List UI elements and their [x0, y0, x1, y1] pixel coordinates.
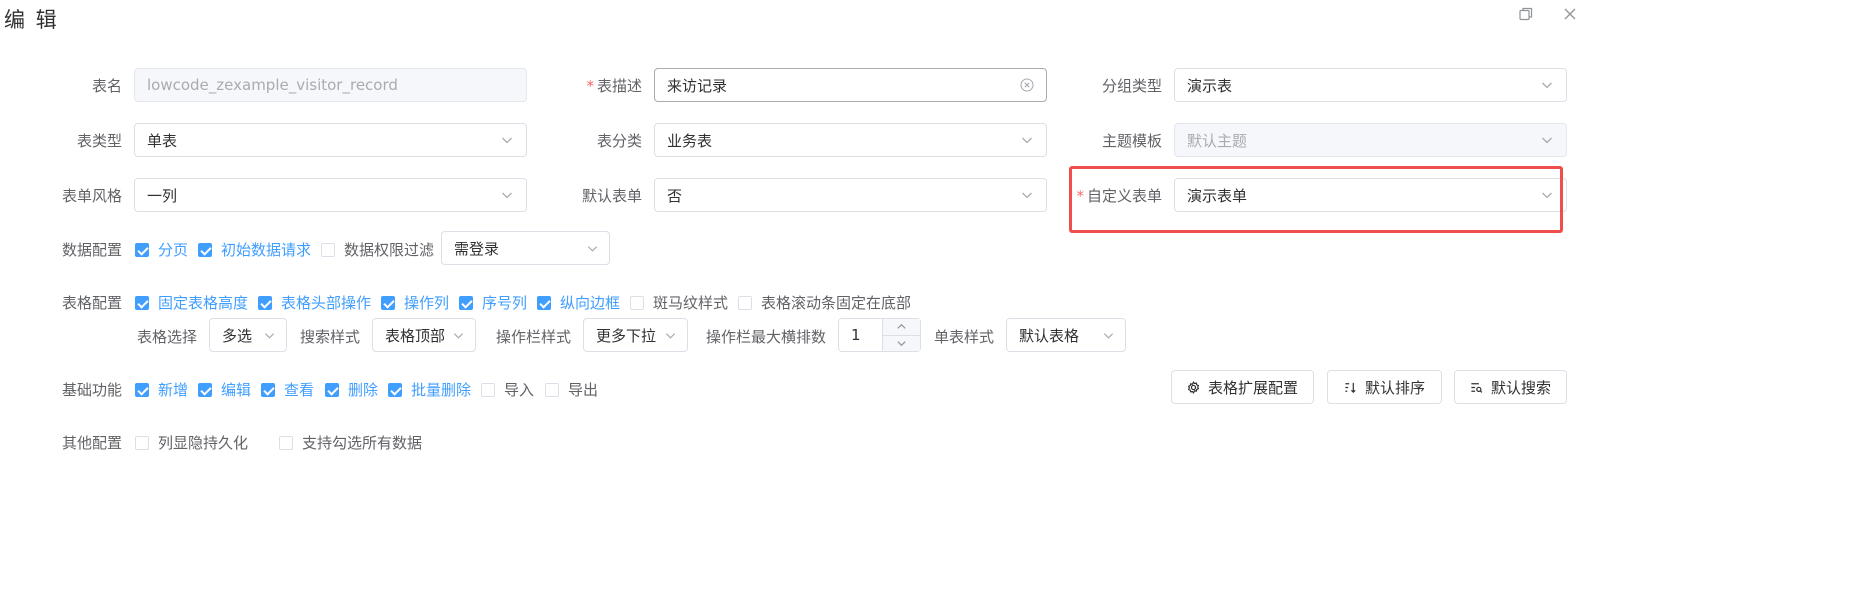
chevron-down-icon	[897, 340, 906, 346]
table-ext-config-button[interactable]: 表格扩展配置	[1171, 370, 1314, 404]
search-style-label: 搜索样式	[300, 328, 361, 346]
action-style-label: 操作栏样式	[496, 328, 572, 346]
search-style-dropdown[interactable]: 表格顶部	[372, 318, 476, 352]
form-style-label: 表单风格	[61, 187, 122, 205]
checkbox-delete[interactable]: 删除	[325, 379, 378, 400]
table-select-label: 表格选择	[137, 328, 198, 346]
action-max-label: 操作栏最大横排数	[706, 328, 827, 346]
checkbox-vertical-border[interactable]: 纵向边框	[537, 292, 620, 313]
chevron-down-icon	[1542, 137, 1552, 144]
maximize-icon[interactable]	[1518, 6, 1534, 22]
checkbox-data-permission[interactable]: 数据权限过滤	[321, 239, 434, 260]
table-desc-input[interactable]: 来访记录	[654, 68, 1047, 102]
highlight-box	[1069, 166, 1563, 233]
single-style-dropdown[interactable]: 默认表格	[1006, 318, 1126, 352]
single-style-label: 单表样式	[934, 328, 995, 346]
chevron-up-icon	[897, 324, 906, 330]
data-config-label: 数据配置	[62, 241, 123, 259]
chevron-down-icon	[502, 192, 512, 199]
group-type-label: 分组类型	[1101, 77, 1162, 95]
table-desc-label: * 表描述	[586, 77, 642, 95]
chevron-down-icon	[1542, 82, 1552, 89]
theme-template-select: 默认主题	[1174, 123, 1567, 157]
table-type-label: 表类型	[76, 132, 122, 150]
login-select[interactable]: 需登录	[441, 231, 610, 265]
basic-functions-label: 基础功能	[62, 381, 123, 399]
checkbox-export[interactable]: 导出	[545, 379, 598, 400]
default-form-select[interactable]: 否	[654, 178, 1047, 212]
checkbox-initial-request[interactable]: 初始数据请求	[198, 239, 311, 260]
table-type-select[interactable]: 单表	[134, 123, 527, 157]
default-search-button[interactable]: 默认搜索	[1454, 370, 1567, 404]
checkbox-pagination[interactable]: 分页	[135, 239, 188, 260]
checkbox-stripe[interactable]: 斑马纹样式	[630, 292, 728, 313]
sort-icon	[1345, 382, 1356, 393]
form-style-select[interactable]: 一列	[134, 178, 527, 212]
checkbox-batch-delete[interactable]: 批量删除	[388, 379, 471, 400]
gear-icon	[1187, 380, 1200, 394]
checkbox-view[interactable]: 查看	[261, 379, 314, 400]
default-form-label: 默认表单	[581, 187, 642, 205]
checkbox-header-actions[interactable]: 表格头部操作	[258, 292, 371, 313]
search-list-icon	[1471, 382, 1483, 393]
checkbox-fixed-scrollbar[interactable]: 表格滚动条固定在底部	[738, 292, 911, 313]
checkbox-add[interactable]: 新增	[135, 379, 188, 400]
clear-icon[interactable]	[1020, 78, 1034, 92]
chevron-down-icon	[264, 332, 275, 339]
checkbox-import[interactable]: 导入	[481, 379, 534, 400]
other-config-label: 其他配置	[62, 434, 123, 452]
checkbox-index-column[interactable]: 序号列	[459, 292, 527, 313]
chevron-down-icon	[1022, 137, 1032, 144]
table-category-select[interactable]: 业务表	[654, 123, 1047, 157]
action-max-stepper[interactable]: 1	[838, 318, 921, 352]
chevron-down-icon	[587, 245, 598, 252]
decrease-button[interactable]	[883, 334, 920, 351]
checkbox-fixed-height[interactable]: 固定表格高度	[135, 292, 248, 313]
chevron-down-icon	[1103, 332, 1114, 339]
table-name-label: 表名	[91, 77, 122, 95]
checkbox-edit[interactable]: 编辑	[198, 379, 251, 400]
chevron-down-icon	[1022, 192, 1032, 199]
table-select-dropdown[interactable]: 多选	[209, 318, 287, 352]
theme-template-label: 主题模板	[1101, 132, 1162, 150]
action-style-dropdown[interactable]: 更多下拉	[583, 318, 688, 352]
chevron-down-icon	[453, 332, 464, 339]
checkbox-column-persist[interactable]: 列显隐持久化	[135, 432, 248, 453]
group-type-select[interactable]: 演示表	[1174, 68, 1567, 102]
increase-button[interactable]	[883, 319, 920, 335]
table-name-input: lowcode_zexample_visitor_record	[134, 68, 527, 102]
table-category-label: 表分类	[596, 132, 642, 150]
close-icon[interactable]	[1562, 6, 1578, 22]
checkbox-action-column[interactable]: 操作列	[381, 292, 449, 313]
chevron-down-icon	[665, 332, 676, 339]
chevron-down-icon	[502, 137, 512, 144]
default-sort-button[interactable]: 默认排序	[1327, 370, 1442, 404]
table-config-label: 表格配置	[62, 294, 123, 312]
dialog-title: 编 辑	[4, 8, 59, 32]
checkbox-select-all-data[interactable]: 支持勾选所有数据	[279, 432, 422, 453]
